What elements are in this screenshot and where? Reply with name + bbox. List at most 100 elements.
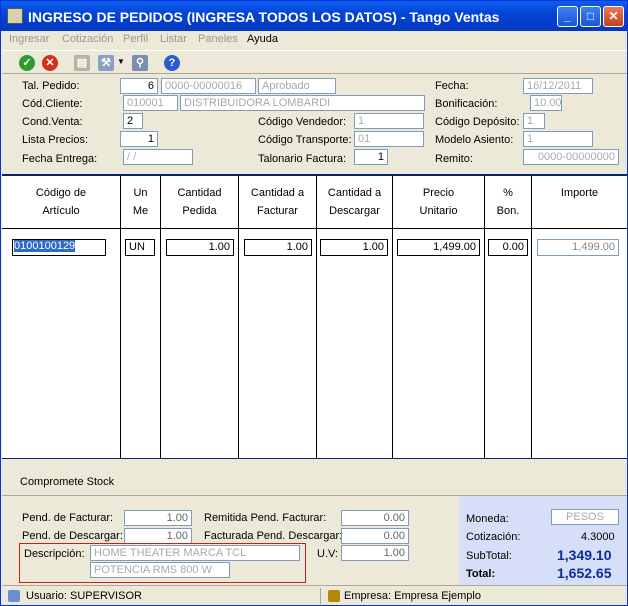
menu-paneles[interactable]: Paneles xyxy=(198,33,238,45)
fecha-label: Fecha: xyxy=(435,80,469,92)
talonario-field[interactable]: 1 xyxy=(354,149,388,165)
estado-field: Aprobado xyxy=(258,78,336,94)
menu-ingresar[interactable]: Ingresar xyxy=(9,33,49,45)
col-header-facturar[interactable]: Cantidad a Facturar xyxy=(239,176,317,228)
cod-cliente-field[interactable]: 010001 xyxy=(123,95,178,111)
importe-cell: 1,499.00 xyxy=(537,239,619,256)
col-header-line: Artículo xyxy=(42,205,80,217)
total-value: 1,652.65 xyxy=(557,565,612,581)
descripcion-field-2[interactable]: POTENCIA RMS 800 W xyxy=(90,562,230,578)
col-header-importe[interactable]: Importe xyxy=(532,176,627,228)
status-usuario: Usuario: SUPERVISOR xyxy=(26,590,142,602)
header-form: Tal. Pedido: 6 0000-00000016 Aprobado Fe… xyxy=(2,75,627,173)
fecha-entrega-field[interactable]: / / xyxy=(123,149,193,165)
precio-unitario-cell[interactable]: 1,499.00 xyxy=(397,239,480,256)
bonificacion-cell[interactable]: 0.00 xyxy=(488,239,528,256)
menu-cotizacion[interactable]: Cotización xyxy=(62,33,113,45)
col-header-line: Código de xyxy=(35,187,87,199)
accept-icon[interactable]: ✓ xyxy=(19,55,35,71)
cod-deposito-field[interactable]: 1 xyxy=(523,113,545,129)
col-header-line: Pedida xyxy=(182,205,217,217)
col-header-line: Un xyxy=(133,187,148,199)
col-header-pedida[interactable]: Cantidad Pedida xyxy=(161,176,239,228)
cancel-icon[interactable]: ✕ xyxy=(42,55,58,71)
codigo-articulo-cell[interactable]: 0100100129 xyxy=(14,240,76,252)
facturada-label: Facturada Pend. Descargar: xyxy=(204,530,343,542)
numero-pedido-field: 0000-00000016 xyxy=(161,78,256,94)
maximize-button[interactable]: □ xyxy=(580,6,601,27)
moneda-field: PESOS xyxy=(551,509,619,525)
cod-transporte-field[interactable]: 01 xyxy=(354,131,424,147)
lista-precios-field[interactable]: 1 xyxy=(120,131,158,147)
title-bar: INGRESO DE PEDIDOS (INGRESA TODOS LOS DA… xyxy=(1,1,627,31)
total-label: Total: xyxy=(466,568,496,580)
modelo-asiento-field[interactable]: 1 xyxy=(523,131,593,147)
cantidad-descargar-cell[interactable]: 1.00 xyxy=(320,239,388,256)
fecha-field[interactable]: 16/12/2011 xyxy=(523,78,593,94)
cotizacion-label: Cotización: xyxy=(466,531,521,543)
cod-vendedor-label: Código Vendedor: xyxy=(258,116,347,128)
status-empresa: Empresa: Empresa Ejemplo xyxy=(344,590,481,602)
cond-venta-label: Cond.Venta: xyxy=(22,116,83,128)
status-bar: Usuario: SUPERVISOR Empresa: Empresa Eje… xyxy=(2,585,627,605)
bonificacion-field[interactable]: 10.00 xyxy=(530,95,562,111)
remito-label: Remito: xyxy=(435,153,473,165)
app-icon xyxy=(7,8,23,24)
pend-descargar-field: 1.00 xyxy=(124,528,192,544)
uv-label: U.V: xyxy=(317,548,338,560)
menu-perfil[interactable]: Perfil xyxy=(123,33,148,45)
col-header-line: Importe xyxy=(560,187,599,199)
column-divider xyxy=(121,228,161,459)
cod-deposito-label: Código Depósito: xyxy=(435,116,520,128)
dropdown-arrow-icon[interactable]: ▼ xyxy=(117,57,125,66)
col-header-line: Bon. xyxy=(496,205,520,217)
col-header-um[interactable]: Un Me xyxy=(121,176,161,228)
um-cell[interactable]: UN xyxy=(125,239,155,256)
tal-pedido-field[interactable]: 6 xyxy=(120,78,158,94)
uv-field: 1.00 xyxy=(341,545,409,561)
user-icon xyxy=(8,590,20,602)
col-header-line: Facturar xyxy=(257,205,298,217)
descripcion-field-1[interactable]: HOME THEATER MARCA TCL xyxy=(90,545,300,561)
moneda-label: Moneda: xyxy=(466,513,509,525)
col-header-precio[interactable]: Precio Unitario xyxy=(393,176,485,228)
menu-listar[interactable]: Listar xyxy=(160,33,187,45)
totals-panel: Moneda: PESOS Cotización: 4.3000 SubTota… xyxy=(459,496,627,585)
col-header-codigo[interactable]: Código de Artículo xyxy=(2,176,121,228)
column-divider xyxy=(2,228,121,459)
minimize-button[interactable]: _ xyxy=(557,6,578,27)
talonario-label: Talonario Factura: xyxy=(258,153,347,165)
tal-pedido-label: Tal. Pedido: xyxy=(22,80,80,92)
col-header-line: Cantidad xyxy=(177,187,222,199)
tools-icon[interactable]: ⚒ xyxy=(98,55,114,71)
column-divider xyxy=(239,228,317,459)
cantidad-facturar-cell[interactable]: 1.00 xyxy=(244,239,312,256)
help-icon[interactable]: ? xyxy=(164,55,180,71)
descripcion-label: Descripción: xyxy=(24,548,85,560)
col-header-line: Cantidad a xyxy=(327,187,382,199)
col-header-bon[interactable]: % Bon. xyxy=(485,176,532,228)
search-icon[interactable]: ⚲ xyxy=(132,55,148,71)
col-header-line: Me xyxy=(132,205,149,217)
col-header-descargar[interactable]: Cantidad a Descargar xyxy=(317,176,393,228)
cantidad-pedida-cell[interactable]: 1.00 xyxy=(166,239,234,256)
col-header-line: Unitario xyxy=(419,205,458,217)
cod-vendedor-field[interactable]: 1 xyxy=(354,113,424,129)
document-icon[interactable]: ▤ xyxy=(74,55,90,71)
cod-cliente-label: Cód.Cliente: xyxy=(22,98,83,110)
remitida-label: Remitida Pend. Facturar: xyxy=(204,512,327,524)
close-button[interactable]: ✕ xyxy=(603,6,624,27)
remito-field[interactable]: 0000-00000000 xyxy=(523,149,619,165)
pend-facturar-label: Pend. de Facturar: xyxy=(22,512,114,524)
col-header-line: % xyxy=(503,187,513,199)
column-divider xyxy=(317,228,393,459)
cond-venta-field[interactable]: 2 xyxy=(123,113,143,129)
pend-facturar-field: 1.00 xyxy=(124,510,192,526)
subtotal-label: SubTotal: xyxy=(466,550,512,562)
menu-ayuda[interactable]: Ayuda xyxy=(247,33,278,45)
menu-bar: Ingresar Cotización Perfil Listar Panele… xyxy=(2,31,627,49)
col-header-line: Precio xyxy=(422,187,455,199)
cod-transporte-label: Código Transporte: xyxy=(258,134,352,146)
compromete-stock-label: Compromete Stock xyxy=(20,476,115,488)
cliente-nombre-field: DISTRIBUIDORA LOMBARDI xyxy=(180,95,425,111)
